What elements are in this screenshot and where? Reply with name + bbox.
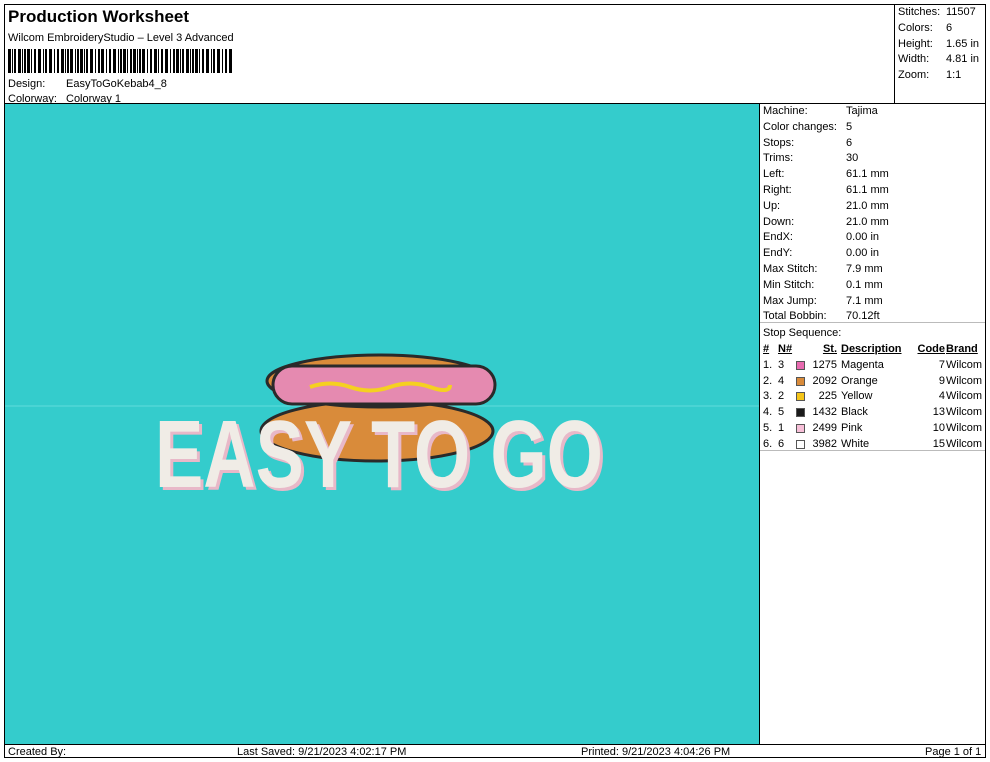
machine-info-row: Color changes: 5 [763, 120, 853, 133]
footer: Created By: Last Saved: 9/21/2023 4:02:1… [5, 744, 985, 759]
stop-sequence-heading: Stop Sequence: [763, 327, 842, 339]
cell-n: 2 [778, 390, 785, 403]
cell-idx: 6. [763, 437, 773, 450]
machine-info-row: Down: 21.0 mm [763, 215, 889, 228]
machine-info-row: Total Bobbin: 70.12ft [763, 310, 880, 323]
machine-info-row: Left: 61.1 mm [763, 168, 889, 181]
cell-code: 10 [932, 421, 945, 434]
cell-brand: Wilcom [946, 421, 983, 434]
cell-brand: Wilcom [946, 358, 983, 371]
color-swatch [796, 439, 805, 449]
cell-n: 3 [778, 358, 785, 371]
table-row: 5. 1 2499 Pink 10 Wilcom [763, 421, 985, 437]
table-row: 1. 3 1275 Magenta 7 Wilcom [763, 358, 985, 374]
design-stats: Stitches: 11507 Colors: 6 Height: 1.65 in W… [894, 5, 986, 104]
machine-info-row: EndY: 0.00 in [763, 247, 880, 260]
divider [760, 450, 985, 451]
cell-st: 1432 [812, 406, 837, 419]
cell-brand: Wilcom [946, 406, 983, 419]
machine-info-row: Max Jump: 7.1 mm [763, 294, 883, 307]
created-by: Created By: [8, 746, 67, 758]
page-title: Production Worksheet [8, 7, 190, 26]
cell-desc: Pink [841, 421, 863, 434]
machine-info-row: Right: 61.1 mm [763, 184, 889, 196]
table-header: # N# St. Description Code Brand [763, 343, 978, 355]
color-swatch [796, 423, 805, 433]
worksheet-header: Production Worksheet Wilcom EmbroiderySt… [5, 5, 894, 105]
cell-brand: Wilcom [946, 390, 983, 403]
cell-code: 7 [938, 358, 945, 371]
machine-info-row: Trims: 30 [763, 152, 859, 165]
page-number: Page 1 of 1 [925, 746, 982, 758]
stat-stitches: Stitches: 11507 [898, 6, 976, 18]
machine-info-row: Max Stitch: 7.9 mm [763, 263, 883, 275]
cell-st: 225 [818, 390, 837, 403]
table-row: 4. 5 1432 Black 13 Wilcom [763, 405, 985, 421]
cell-st: 1275 [812, 358, 837, 371]
cell-n: 1 [778, 421, 785, 434]
embroidery-artwork: EASY TO GO EASY TO GO [5, 353, 759, 511]
cell-n: 5 [778, 406, 785, 419]
printed-date: Printed: 9/21/2023 4:04:26 PM [581, 746, 731, 758]
machine-info-panel: Stop Sequence: # N# St. Description Code… [760, 104, 985, 744]
cell-idx: 3. [763, 390, 773, 403]
cell-st: 2092 [812, 374, 837, 387]
machine-info-row: Up: 21.0 mm [763, 199, 889, 212]
stat-colors: Colors: 6 [898, 22, 953, 34]
cell-desc: Yellow [841, 390, 873, 403]
cell-st: 3982 [812, 437, 837, 450]
software-name: Wilcom EmbroideryStudio – Level 3 Advanc… [8, 32, 234, 44]
stop-sequence-table: # N# St. Description Code Brand 1. 3 1275 M… [763, 342, 985, 453]
design-label: Design: [8, 78, 46, 90]
cell-code: 15 [932, 437, 945, 450]
stat-width: Width: 4.81 in [898, 53, 980, 65]
machine-info-row: Min Stitch: 0.1 mm [763, 278, 883, 291]
cell-n: 6 [778, 437, 785, 450]
cell-code: 9 [938, 374, 945, 387]
color-swatch [796, 392, 805, 402]
cell-idx: 2. [763, 374, 773, 387]
design-value: EasyToGoKebab4_8 [66, 78, 167, 90]
table-row: 3. 2 225 Yellow 4 Wilcom [763, 389, 985, 405]
color-swatch [796, 360, 805, 370]
last-saved: Last Saved: 9/21/2023 4:02:17 PM [237, 746, 407, 758]
cell-desc: Orange [841, 374, 878, 387]
cell-desc: Black [841, 406, 868, 419]
cell-code: 13 [932, 406, 945, 419]
stat-zoom: Zoom: 1:1 [898, 69, 962, 81]
design-preview: EASY TO GO EASY TO GO [5, 104, 760, 744]
cell-idx: 5. [763, 421, 773, 434]
cell-n: 4 [778, 374, 785, 387]
table-row: 2. 4 2092 Orange 9 Wilcom [763, 374, 985, 390]
cell-st: 2499 [812, 421, 837, 434]
machine-info-row: EndX: 0.00 in [763, 231, 880, 244]
cell-desc: White [841, 437, 870, 450]
machine-info-row: Machine: Tajima [763, 105, 878, 117]
color-swatch [796, 376, 805, 386]
color-swatch [796, 408, 805, 418]
design-text: EASY TO GO [155, 401, 603, 508]
stat-height: Height: 1.65 in [898, 38, 980, 50]
cell-idx: 1. [763, 358, 773, 371]
cell-desc: Magenta [841, 358, 884, 371]
cell-brand: Wilcom [946, 437, 983, 450]
cell-idx: 4. [763, 406, 773, 419]
machine-info-row: Stops: 6 [763, 136, 853, 149]
cell-code: 4 [938, 390, 945, 403]
design-field: Design: EasyToGoKebab4_8 [8, 78, 167, 90]
barcode [8, 49, 232, 73]
cell-brand: Wilcom [946, 374, 983, 387]
